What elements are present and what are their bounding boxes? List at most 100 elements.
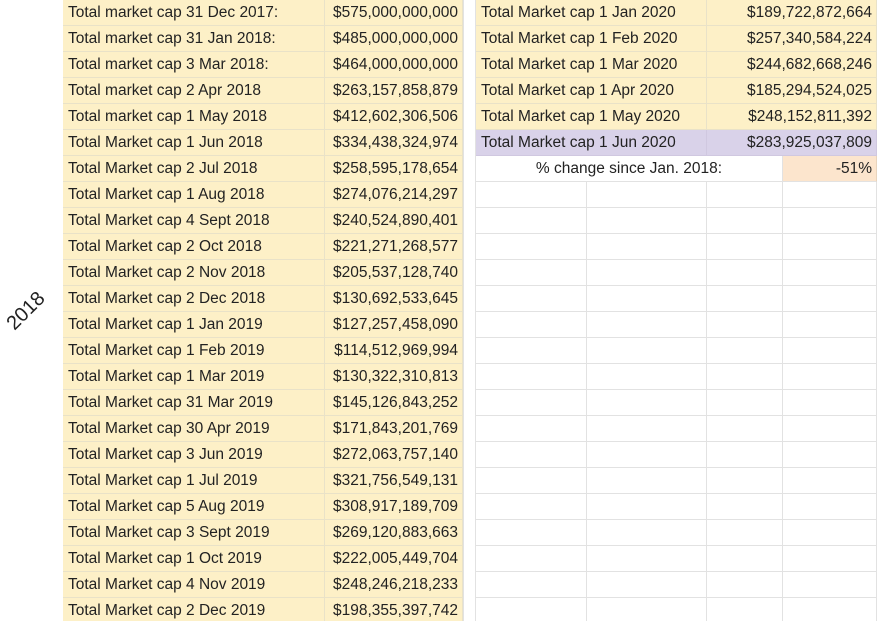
- label-cell[interactable]: Total Market cap 1 Mar 2020: [476, 52, 707, 78]
- value-cell[interactable]: $485,000,000,000: [325, 26, 463, 52]
- label-cell[interactable]: Total Market cap 1 Apr 2020: [476, 78, 707, 104]
- empty-cell[interactable]: [783, 234, 877, 260]
- empty-cell[interactable]: [476, 390, 587, 416]
- empty-cell[interactable]: [587, 260, 707, 286]
- pct-change-label[interactable]: % change since Jan. 2018:: [476, 156, 783, 182]
- empty-cell[interactable]: [476, 494, 587, 520]
- empty-cell[interactable]: [707, 338, 783, 364]
- label-cell[interactable]: Total market cap 31 Dec 2017:: [63, 0, 325, 26]
- empty-cell[interactable]: [707, 468, 783, 494]
- value-cell[interactable]: $198,355,397,742: [325, 598, 463, 621]
- empty-cell[interactable]: [476, 546, 587, 572]
- empty-cell[interactable]: [476, 468, 587, 494]
- value-cell[interactable]: $240,524,890,401: [325, 208, 463, 234]
- label-cell[interactable]: Total Market cap 4 Nov 2019: [63, 572, 325, 598]
- empty-cell[interactable]: [707, 312, 783, 338]
- empty-cell[interactable]: [476, 364, 587, 390]
- empty-cell[interactable]: [707, 442, 783, 468]
- empty-cell[interactable]: [476, 234, 587, 260]
- label-cell[interactable]: Total Market cap 2 Dec 2019: [63, 598, 325, 621]
- label-cell[interactable]: Total Market cap 3 Sept 2019: [63, 520, 325, 546]
- empty-cell[interactable]: [707, 208, 783, 234]
- empty-cell[interactable]: [476, 182, 587, 208]
- label-cell[interactable]: Total Market cap 2 Nov 2018: [63, 260, 325, 286]
- value-cell[interactable]: $127,257,458,090: [325, 312, 463, 338]
- label-cell[interactable]: Total Market cap 3 Jun 2019: [63, 442, 325, 468]
- label-cell[interactable]: Total Market cap 1 Jan 2019: [63, 312, 325, 338]
- empty-cell[interactable]: [587, 598, 707, 621]
- empty-cell[interactable]: [587, 182, 707, 208]
- value-cell[interactable]: $130,692,533,645: [325, 286, 463, 312]
- empty-cell[interactable]: [783, 286, 877, 312]
- label-cell[interactable]: Total market cap 2 Apr 2018: [63, 78, 325, 104]
- label-cell[interactable]: Total Market cap 31 Mar 2019: [63, 390, 325, 416]
- value-cell[interactable]: $321,756,549,131: [325, 468, 463, 494]
- empty-cell[interactable]: [587, 364, 707, 390]
- empty-cell[interactable]: [587, 312, 707, 338]
- empty-cell[interactable]: [783, 572, 877, 598]
- value-cell[interactable]: $269,120,883,663: [325, 520, 463, 546]
- empty-cell[interactable]: [587, 286, 707, 312]
- empty-cell[interactable]: [783, 338, 877, 364]
- empty-cell[interactable]: [476, 442, 587, 468]
- empty-cell[interactable]: [587, 520, 707, 546]
- value-cell[interactable]: $145,126,843,252: [325, 390, 463, 416]
- value-cell[interactable]: $575,000,000,000: [325, 0, 463, 26]
- empty-cell[interactable]: [476, 416, 587, 442]
- label-cell[interactable]: Total market cap 1 May 2018: [63, 104, 325, 130]
- empty-cell[interactable]: [783, 312, 877, 338]
- empty-cell[interactable]: [783, 520, 877, 546]
- empty-cell[interactable]: [707, 260, 783, 286]
- empty-cell[interactable]: [476, 286, 587, 312]
- empty-cell[interactable]: [783, 546, 877, 572]
- value-cell[interactable]: $114,512,969,994: [325, 338, 463, 364]
- empty-cell[interactable]: [783, 416, 877, 442]
- value-cell[interactable]: $274,076,214,297: [325, 182, 463, 208]
- value-cell[interactable]: $189,722,872,664: [707, 0, 877, 26]
- value-cell[interactable]: $222,005,449,704: [325, 546, 463, 572]
- value-cell[interactable]: $130,322,310,813: [325, 364, 463, 390]
- value-cell[interactable]: $412,602,306,506: [325, 104, 463, 130]
- value-cell[interactable]: $257,340,584,224: [707, 26, 877, 52]
- empty-cell[interactable]: [783, 598, 877, 621]
- label-cell[interactable]: Total Market cap 1 May 2020: [476, 104, 707, 130]
- empty-cell[interactable]: [707, 572, 783, 598]
- label-cell[interactable]: Total market cap 31 Jan 2018:: [63, 26, 325, 52]
- label-cell[interactable]: Total Market cap 1 Oct 2019: [63, 546, 325, 572]
- empty-cell[interactable]: [476, 208, 587, 234]
- value-cell[interactable]: $464,000,000,000: [325, 52, 463, 78]
- empty-cell[interactable]: [783, 364, 877, 390]
- value-cell[interactable]: $334,438,324,974: [325, 130, 463, 156]
- label-cell[interactable]: Total Market cap 1 Jun 2018: [63, 130, 325, 156]
- empty-cell[interactable]: [587, 390, 707, 416]
- label-cell[interactable]: Total Market cap 5 Aug 2019: [63, 494, 325, 520]
- empty-cell[interactable]: [587, 234, 707, 260]
- year-side-label[interactable]: 2018: [0, 283, 54, 338]
- empty-cell[interactable]: [587, 416, 707, 442]
- label-cell[interactable]: Total Market cap 1 Jul 2019: [63, 468, 325, 494]
- empty-cell[interactable]: [476, 338, 587, 364]
- empty-cell[interactable]: [707, 390, 783, 416]
- empty-cell[interactable]: [476, 260, 587, 286]
- label-cell[interactable]: Total Market cap 2 Oct 2018: [63, 234, 325, 260]
- label-cell[interactable]: Total Market cap 2 Jul 2018: [63, 156, 325, 182]
- empty-cell[interactable]: [587, 546, 707, 572]
- highlighted-value-cell[interactable]: $283,925,037,809: [707, 130, 877, 156]
- value-cell[interactable]: $248,246,218,233: [325, 572, 463, 598]
- empty-cell[interactable]: [783, 468, 877, 494]
- label-cell[interactable]: Total Market cap 1 Mar 2019: [63, 364, 325, 390]
- empty-cell[interactable]: [587, 338, 707, 364]
- empty-cell[interactable]: [587, 468, 707, 494]
- value-cell[interactable]: $263,157,858,879: [325, 78, 463, 104]
- value-cell[interactable]: $258,595,178,654: [325, 156, 463, 182]
- empty-cell[interactable]: [783, 182, 877, 208]
- value-cell[interactable]: $248,152,811,392: [707, 104, 877, 130]
- empty-cell[interactable]: [587, 208, 707, 234]
- value-cell[interactable]: $244,682,668,246: [707, 52, 877, 78]
- empty-cell[interactable]: [707, 286, 783, 312]
- empty-cell[interactable]: [587, 494, 707, 520]
- empty-cell[interactable]: [783, 442, 877, 468]
- empty-cell[interactable]: [476, 572, 587, 598]
- empty-cell[interactable]: [783, 494, 877, 520]
- empty-cell[interactable]: [476, 520, 587, 546]
